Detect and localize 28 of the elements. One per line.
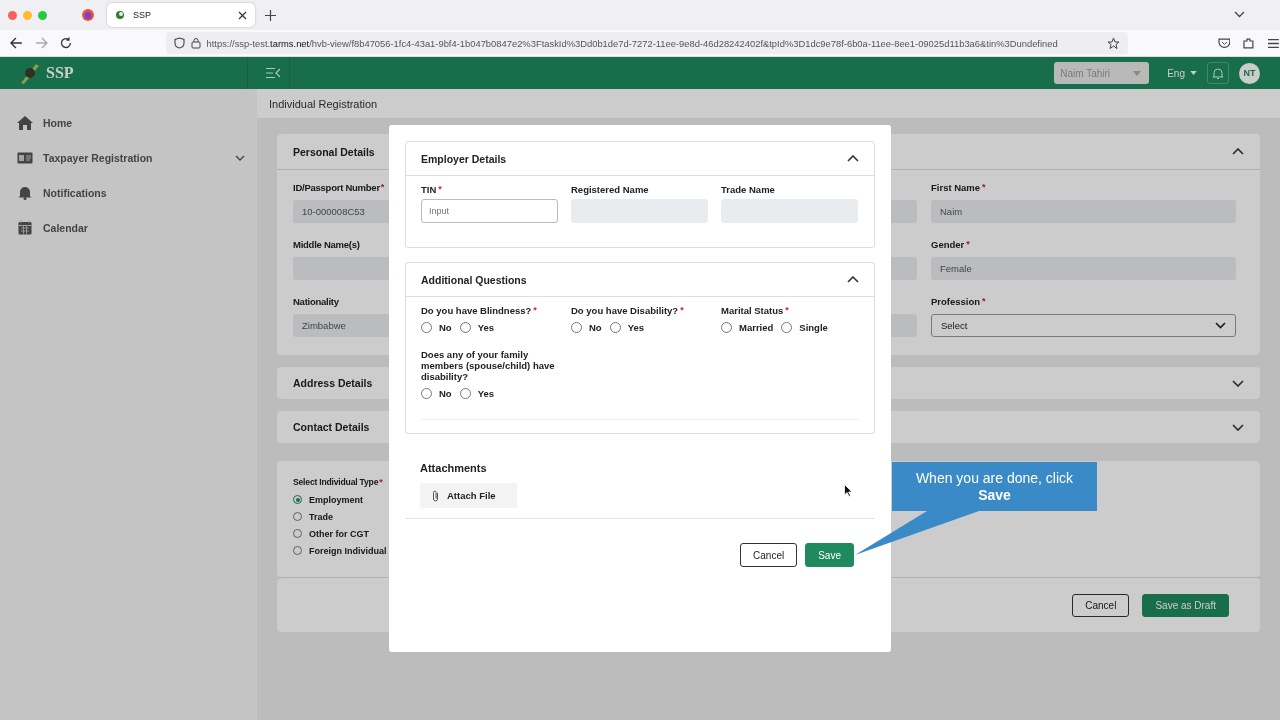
required-mark: * <box>785 305 789 315</box>
section-title: Attachments <box>420 462 487 474</box>
required-mark: * <box>982 182 986 192</box>
question-label: Do you have Blindness? <box>421 305 532 316</box>
field-label: ID/Passport Number <box>293 182 380 193</box>
tooltip-callout: When you are done, click Save <box>892 462 1097 511</box>
question-label: Does any of your family members (spouse/child) have disability? <box>421 349 556 382</box>
required-mark: * <box>966 239 970 249</box>
required-mark: * <box>380 182 385 192</box>
required-mark: * <box>438 184 442 194</box>
required-mark: * <box>982 296 986 306</box>
required-mark: * <box>379 477 383 487</box>
field-label: Registered Name <box>571 184 649 195</box>
field-label: Gender <box>931 239 965 250</box>
field-label: Middle Name(s) <box>293 239 360 250</box>
required-mark: * <box>533 305 537 315</box>
field-label: Trade Name <box>721 184 775 195</box>
logo-text: SSP <box>46 64 74 82</box>
field-label: Select Individual Type <box>293 477 379 487</box>
field-label: Nationality <box>293 296 339 307</box>
page-title: Individual Registration <box>269 97 378 110</box>
required-mark: * <box>680 305 684 315</box>
field-label: First Name <box>931 182 981 193</box>
question-label: Do you have Disability? <box>571 305 679 316</box>
url-text: https://ssp-test.tarms.net/hvb-view/f8b47056-1fc4-43a1-9bf4-1b047b0847e2%3FtaskId%3Dd0b1de7d-7272-11ee-9e8d-46d28242402f&tpId%3D1dc9e78f-6b0a-11ee-8ee1-09025d11b3a6&tin%3Dundefined <box>206 37 1059 49</box>
field-label: TIN <box>421 184 437 195</box>
field-label: Profession <box>931 296 981 307</box>
question-label: Marital Status <box>721 305 784 316</box>
